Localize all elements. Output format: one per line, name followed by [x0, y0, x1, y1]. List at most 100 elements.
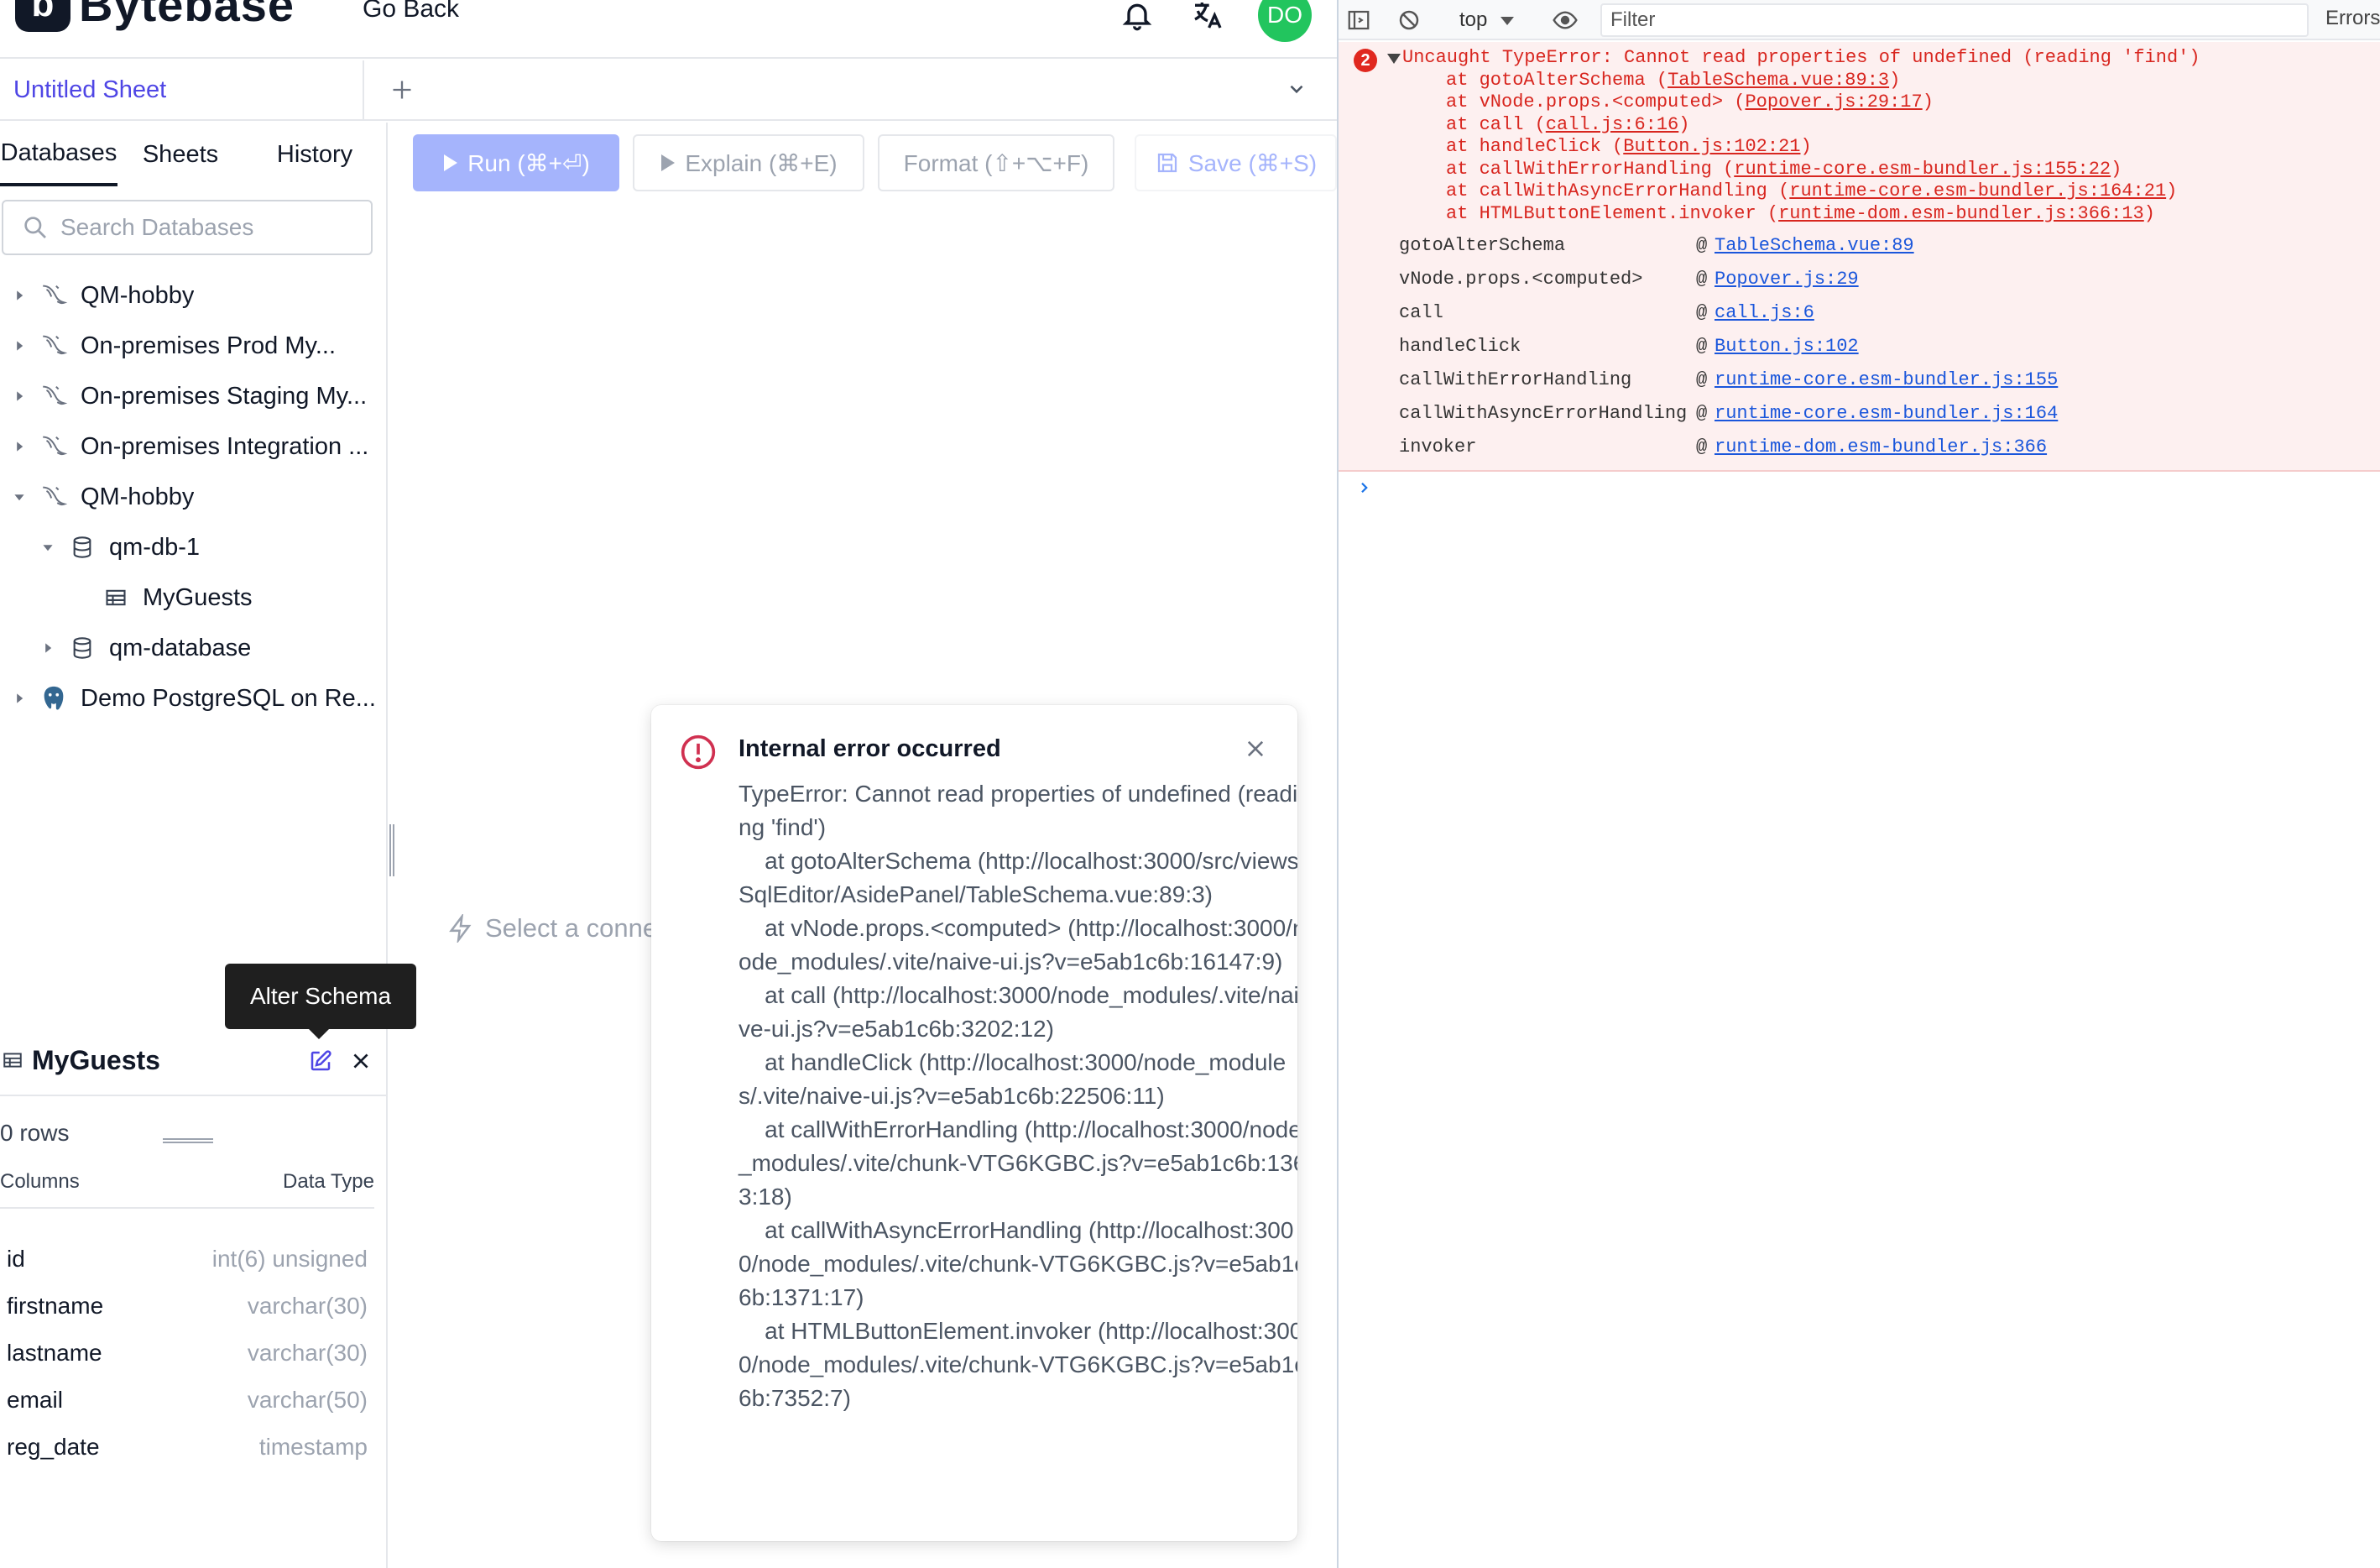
- bytebase-app: b Bytebase Go Back DO Untitled Sheet Dat…: [0, 0, 1337, 1568]
- error-frame: at gotoAlterSchema (TableSchema.vue:89:3…: [1446, 69, 1901, 91]
- add-tab-icon[interactable]: [383, 71, 421, 109]
- edit-icon: [311, 1050, 331, 1071]
- clear-console-icon[interactable]: [1394, 5, 1424, 35]
- context-selector[interactable]: top: [1459, 5, 1516, 35]
- caret-right-icon[interactable]: [10, 437, 29, 456]
- dialog-message: TypeError: Cannot read properties of und…: [739, 781, 1297, 1411]
- log-levels-dropdown[interactable]: Errors: [2325, 7, 2380, 30]
- column-row: lastname varchar(30): [0, 1330, 368, 1377]
- caret-right-icon[interactable]: [10, 387, 29, 405]
- tree-node[interactable]: QM-hobby: [0, 472, 386, 522]
- format-button[interactable]: Format (⇧+⌥+F): [878, 134, 1114, 191]
- tab-sheets[interactable]: Sheets: [117, 123, 243, 186]
- sidebar-toggle-icon[interactable]: [1344, 5, 1374, 35]
- dialog-title: Internal error occurred: [739, 735, 1001, 762]
- tree-node[interactable]: QM-hobby: [0, 270, 386, 321]
- error-frame-link[interactable]: call.js:6:16: [1546, 114, 1678, 135]
- column-type: varchar(50): [247, 1387, 368, 1413]
- caret-right-icon[interactable]: [10, 689, 29, 708]
- tree-node-label: On-premises Staging My...: [81, 382, 368, 410]
- at-symbol: @: [1696, 301, 1708, 323]
- tree-node[interactable]: On-premises Staging My...: [0, 371, 386, 421]
- top-icons: DO: [1117, 0, 1312, 42]
- caret-right-icon[interactable]: [10, 337, 29, 355]
- column-name: firstname: [7, 1293, 104, 1319]
- chevron-down-icon[interactable]: [1280, 72, 1313, 106]
- stack-row: invoker @ runtime-dom.esm-bundler.js:366: [1399, 430, 2058, 463]
- editor-toolbar: Run (⌘+⏎) Explain (⌘+E) Format (⇧+⌥+F) S…: [396, 123, 1337, 206]
- explain-button-label: Explain (⌘+E): [685, 149, 838, 176]
- at-symbol: @: [1696, 402, 1708, 424]
- search-input[interactable]: [60, 214, 363, 241]
- stack-link[interactable]: runtime-core.esm-bundler.js:164: [1715, 403, 2058, 424]
- close-panel-button[interactable]: [346, 1046, 376, 1076]
- search-icon: [24, 217, 46, 238]
- caret-down-icon[interactable]: [10, 488, 29, 506]
- stack-link[interactable]: runtime-dom.esm-bundler.js:366: [1715, 436, 2047, 457]
- tree-node-label: MyGuests: [143, 583, 253, 611]
- console-error-entry[interactable]: 2 Uncaught TypeError: Cannot read proper…: [1339, 42, 2380, 472]
- stack-link[interactable]: Button.js:102: [1715, 336, 1859, 357]
- translate-icon[interactable]: [1187, 0, 1228, 35]
- explain-button[interactable]: Explain (⌘+E): [633, 134, 864, 191]
- error-frame-fn: callWithAsyncErrorHandling: [1479, 180, 1767, 201]
- dropdown-arrow-icon: [1501, 17, 1515, 25]
- stack-function: call: [1399, 301, 1443, 323]
- database-icon: [67, 633, 97, 663]
- stack-link[interactable]: Popover.js:29: [1715, 269, 1859, 290]
- stack-function: handleClick: [1399, 335, 1521, 357]
- error-frame-link[interactable]: runtime-core.esm-bundler.js:164:21: [1789, 180, 2166, 201]
- table-detail-panel: MyGuests 0 rows Columns Data Type id int(…: [0, 1026, 386, 1568]
- bytebase-logo[interactable]: b Bytebase: [15, 0, 295, 34]
- tab-history[interactable]: History: [243, 123, 386, 186]
- caret-right-icon[interactable]: [39, 639, 57, 657]
- column-row: id int(6) unsigned: [0, 1236, 368, 1283]
- go-back-link[interactable]: Go Back: [363, 0, 459, 24]
- stack-function: callWithErrorHandling: [1399, 368, 1632, 390]
- tab-databases[interactable]: Databases: [0, 123, 117, 186]
- stack-link[interactable]: call.js:6: [1715, 302, 1814, 323]
- expand-triangle-icon[interactable]: [1387, 54, 1401, 64]
- at-symbol: @: [1696, 368, 1708, 390]
- console-filter-input[interactable]: [1610, 8, 2282, 32]
- eye-icon[interactable]: [1550, 5, 1580, 35]
- stack-trace-table: gotoAlterSchema @ TableSchema.vue:89 vNode…: [1399, 228, 2058, 463]
- tree-node[interactable]: On-premises Prod My...: [0, 321, 386, 371]
- tree-node[interactable]: qm-database: [0, 623, 386, 673]
- run-button[interactable]: Run (⌘+⏎): [413, 134, 619, 191]
- row-count: 0 rows: [0, 1120, 70, 1146]
- tree-node[interactable]: MyGuests: [0, 572, 386, 623]
- prompt-chevron-icon: [1361, 482, 1368, 494]
- error-frame-link[interactable]: Popover.js:29:17: [1745, 91, 1922, 112]
- error-frame-link[interactable]: Button.js:102:21: [1623, 136, 1800, 157]
- error-stack: Uncaught TypeError: Cannot read properti…: [1402, 47, 2200, 225]
- caret-right-icon[interactable]: [10, 286, 29, 305]
- tab-untitled-sheet[interactable]: Untitled Sheet: [0, 60, 364, 119]
- stack-link[interactable]: TableSchema.vue:89: [1715, 235, 1914, 256]
- avatar[interactable]: DO: [1258, 0, 1312, 42]
- stack-link[interactable]: runtime-core.esm-bundler.js:155: [1715, 369, 2058, 390]
- alter-schema-button[interactable]: [305, 1046, 336, 1076]
- column-name: id: [7, 1246, 25, 1272]
- console-prompt[interactable]: [1352, 475, 1377, 500]
- save-button[interactable]: Save (⌘+S): [1135, 134, 1337, 191]
- caret-down-icon[interactable]: [39, 538, 57, 557]
- tree-node[interactable]: Demo PostgreSQL on Re...: [0, 673, 386, 724]
- error-frame-link[interactable]: TableSchema.vue:89:3: [1668, 70, 1889, 91]
- database-tree: QM-hobby On-premises Prod My... On-premi…: [0, 270, 386, 724]
- error-dialog: Internal error occurred TypeError: Canno…: [651, 705, 1297, 1541]
- dialog-close-button[interactable]: [1239, 732, 1272, 766]
- stack-row: handleClick @ Button.js:102: [1399, 329, 2058, 363]
- error-frame-link[interactable]: runtime-dom.esm-bundler.js:366:13: [1778, 203, 2144, 224]
- sidebar-resize-handle[interactable]: [389, 824, 394, 876]
- tree-node[interactable]: qm-db-1: [0, 522, 386, 572]
- bell-icon[interactable]: [1117, 0, 1157, 35]
- postgresql-icon: [39, 683, 69, 713]
- tree-node[interactable]: On-premises Integration ...: [0, 421, 386, 472]
- sidebar: Databases Sheets History QM-hobby On-pre…: [0, 123, 388, 1568]
- error-frame-link[interactable]: runtime-core.esm-bundler.js:155:22: [1734, 159, 2111, 180]
- tree-node-label: On-premises Integration ...: [81, 432, 369, 460]
- column-row: email varchar(50): [0, 1377, 368, 1424]
- error-frame: at handleClick (Button.js:102:21): [1446, 136, 1812, 157]
- stack-row: call @ call.js:6: [1399, 295, 2058, 329]
